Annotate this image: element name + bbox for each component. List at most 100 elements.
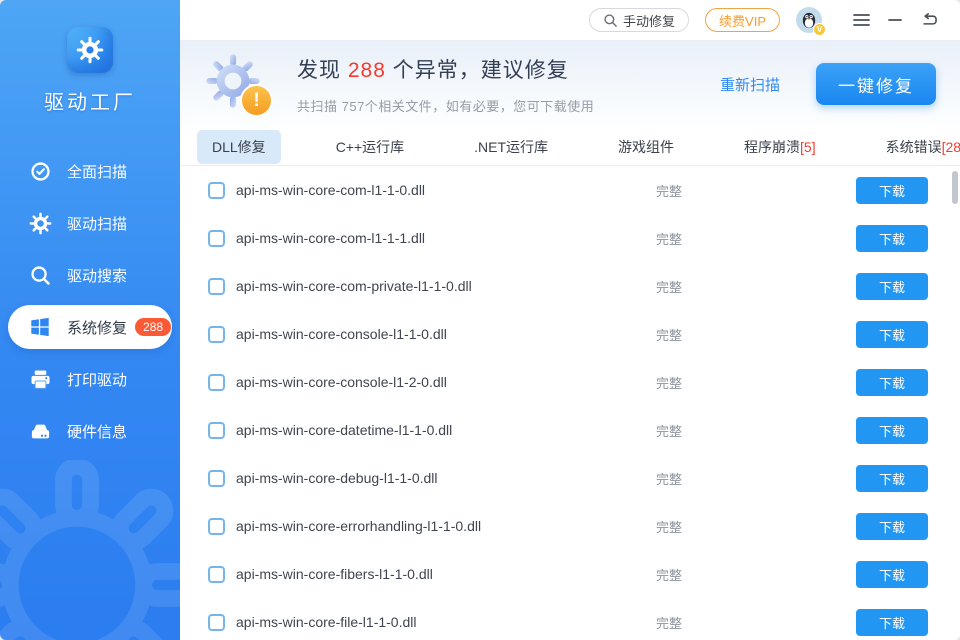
sidebar: 驱动工厂 全面扫描 [0,0,180,640]
tab-label: C++运行库 [336,139,404,155]
table-row: api-ms-win-core-console-l1-1-0.dll 完整 下载 [180,310,960,358]
main-panel: 手动修复 续费VIP V [180,0,960,640]
tab-label: 程序崩溃 [744,139,800,155]
file-name: api-ms-win-core-com-private-l1-1-0.dll [236,278,656,294]
tab-label: 游戏组件 [618,139,674,155]
status-text: 完整 [656,565,716,584]
table-row: api-ms-win-core-fibers-l1-1-0.dll 完整 下载 [180,550,960,598]
minimize-icon [888,18,902,22]
row-checkbox[interactable] [208,374,225,391]
status-text: 完整 [656,277,716,296]
sidebar-item-printer-driver[interactable]: 打印驱动 [8,357,172,401]
avatar-vip-badge: V [813,23,826,36]
table-row: api-ms-win-core-errorhandling-l1-1-0.dll… [180,502,960,550]
sidebar-item-system-repair[interactable]: 系统修复 288 [8,305,172,349]
file-name: api-ms-win-core-com-l1-1-1.dll [236,230,656,246]
table-row: api-ms-win-core-com-private-l1-1-0.dll 完… [180,262,960,310]
status-text: 完整 [656,325,716,344]
tab-cpp-runtime[interactable]: C++运行库 [321,130,419,164]
download-button[interactable]: 下载 [856,321,928,348]
tab-label: .NET运行库 [474,139,548,155]
sidebar-item-label: 驱动搜索 [67,265,127,286]
download-button[interactable]: 下载 [856,609,928,636]
rescan-link[interactable]: 重新扫描 [720,74,780,95]
tab-program-crash[interactable]: 程序崩溃[5] [729,130,831,164]
file-name: api-ms-win-core-errorhandling-l1-1-0.dll [236,518,656,534]
search-icon [603,13,618,28]
gear-icon [28,211,52,235]
row-checkbox[interactable] [208,230,225,247]
tab-count: [5] [800,139,816,155]
undo-icon [920,13,939,28]
tab-count: [283] [942,139,960,155]
row-checkbox[interactable] [208,422,225,439]
download-button[interactable]: 下载 [856,561,928,588]
status-text: 完整 [656,613,716,632]
table-row: api-ms-win-core-com-l1-1-0.dll 完整 下载 [180,166,960,214]
row-checkbox[interactable] [208,326,225,343]
scan-result-subtitle: 共扫描 757个相关文件，如有必要，您可下载使用 [297,96,594,115]
row-checkbox[interactable] [208,518,225,535]
download-button[interactable]: 下载 [856,369,928,396]
row-checkbox[interactable] [208,566,225,583]
file-name: api-ms-win-core-fibers-l1-1-0.dll [236,566,656,582]
renew-vip-label: 续费VIP [719,11,766,30]
app-logo: 驱动工厂 [0,0,180,115]
topbar: 手动修复 续费VIP V [180,0,960,40]
app-window: 驱动工厂 全面扫描 [0,0,960,640]
row-checkbox[interactable] [208,614,225,631]
file-name: api-ms-win-core-com-l1-1-0.dll [236,182,656,198]
search-icon [28,263,52,287]
table-row: api-ms-win-core-console-l1-2-0.dll 完整 下载 [180,358,960,406]
harddrive-icon [28,419,52,443]
download-button[interactable]: 下载 [856,225,928,252]
sidebar-menu: 全面扫描 [0,149,180,453]
header-actions: 重新扫描 一键修复 [720,63,936,105]
sidebar-item-full-scan[interactable]: 全面扫描 [8,149,172,193]
row-checkbox[interactable] [208,470,225,487]
tab-game-components[interactable]: 游戏组件 [603,130,689,164]
sidebar-item-driver-scan[interactable]: 驱动扫描 [8,201,172,245]
tab-system-errors[interactable]: 系统错误[283] [871,130,960,164]
download-button[interactable]: 下载 [856,273,928,300]
status-text: 完整 [656,181,716,200]
scan-result-text: 发现 288 个异常，建议修复 共扫描 757个相关文件，如有必要，您可下载使用 [297,54,594,115]
download-button[interactable]: 下载 [856,417,928,444]
renew-vip-button[interactable]: 续费VIP [705,8,780,32]
user-avatar[interactable]: V [796,7,822,33]
sidebar-item-label: 全面扫描 [67,161,127,182]
tab-dotnet-runtime[interactable]: .NET运行库 [459,130,563,164]
status-text: 完整 [656,373,716,392]
row-checkbox[interactable] [208,278,225,295]
status-text: 完整 [656,421,716,440]
main-menu-button[interactable] [846,7,876,33]
tab-label: 系统错误 [886,139,942,155]
download-button[interactable]: 下载 [856,177,928,204]
minimize-button[interactable] [880,7,910,33]
gear-warning-icon: ! [205,53,265,115]
row-checkbox[interactable] [208,182,225,199]
fix-all-button[interactable]: 一键修复 [816,63,936,105]
download-button[interactable]: 下载 [856,513,928,540]
sidebar-item-label: 打印驱动 [67,369,127,390]
file-name: api-ms-win-core-console-l1-1-0.dll [236,326,656,342]
scan-result-header: ! 发现 288 个异常，建议修复 共扫描 757个相关文件，如有必要，您可下载… [180,40,960,128]
scan-result-title: 发现 288 个异常，建议修复 [297,54,594,84]
undo-button[interactable] [914,7,944,33]
table-row: api-ms-win-core-com-l1-1-1.dll 完整 下载 [180,214,960,262]
app-logo-icon [67,27,113,73]
repair-count-badge: 288 [135,318,171,336]
sidebar-item-label: 硬件信息 [67,421,127,442]
sidebar-item-hardware-info[interactable]: 硬件信息 [8,409,172,453]
tab-dll-repair[interactable]: DLL修复 [197,130,281,164]
printer-icon [28,367,52,391]
dll-file-list: api-ms-win-core-com-l1-1-0.dll 完整 下载 api… [180,166,960,640]
table-row: api-ms-win-core-file-l1-1-0.dll 完整 下载 [180,598,960,640]
manual-fix-label: 手动修复 [623,11,675,30]
file-name: api-ms-win-core-debug-l1-1-0.dll [236,470,656,486]
category-tabs: DLL修复 C++运行库 .NET运行库 游戏组件 程序崩溃[5] 系统错误[2… [180,128,960,166]
download-button[interactable]: 下载 [856,465,928,492]
scrollbar-thumb[interactable] [952,171,958,204]
manual-fix-button[interactable]: 手动修复 [589,8,689,32]
sidebar-item-driver-search[interactable]: 驱动搜索 [8,253,172,297]
